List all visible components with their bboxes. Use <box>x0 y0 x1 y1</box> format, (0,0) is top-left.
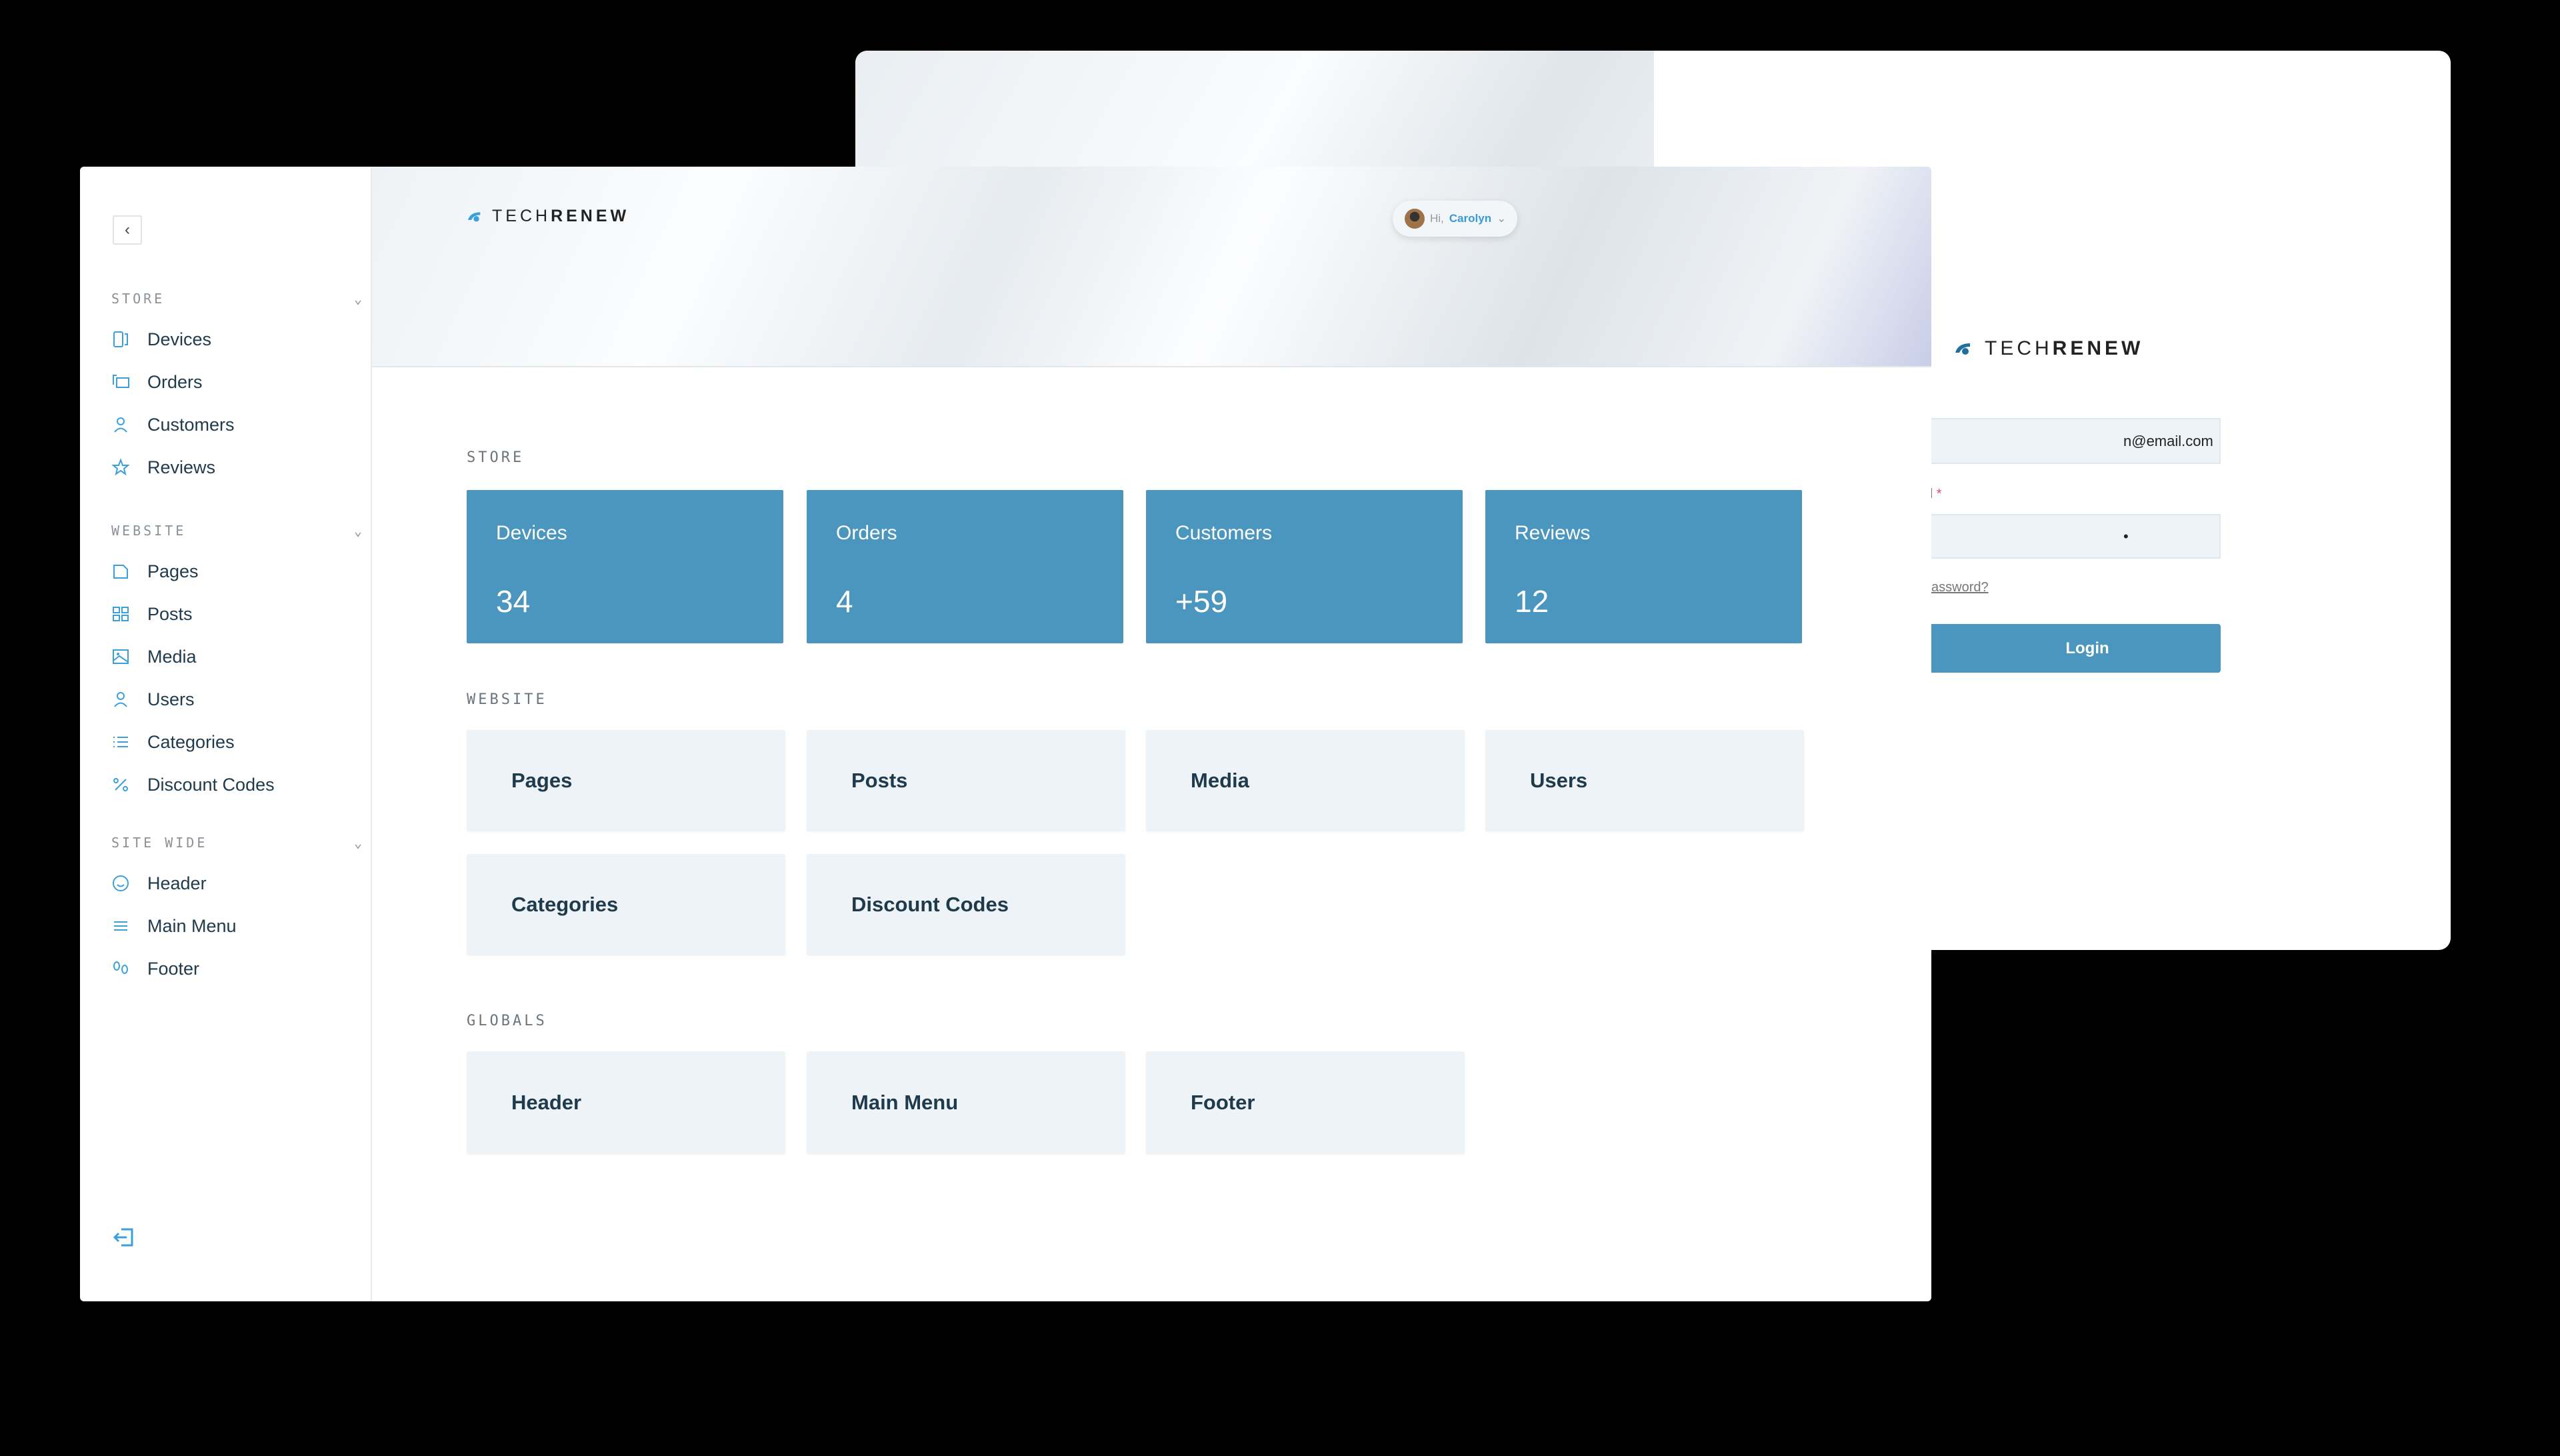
store-card-orders[interactable]: Orders 4 <box>807 490 1123 643</box>
store-card-devices[interactable]: Devices 34 <box>467 490 783 643</box>
sidebar-item-users[interactable]: Users <box>111 685 195 714</box>
sidebar-item-main-menu[interactable]: Main Menu <box>111 911 237 941</box>
sidebar-item-reviews[interactable]: Reviews <box>111 453 215 482</box>
header-banner <box>372 167 1931 367</box>
logo-icon <box>1955 343 1970 355</box>
chevron-down-icon: ⌄ <box>353 291 365 307</box>
admin-window: ‹ STORE ⌄ Devices Orders Customers Reviews WEB… <box>80 167 1931 1301</box>
forgot-password-link[interactable]: assword? <box>1931 580 1989 595</box>
collapse-sidebar-button[interactable]: ‹ <box>113 215 142 245</box>
website-card-categories[interactable]: Categories <box>467 854 785 955</box>
globals-card-footer[interactable]: Footer <box>1146 1051 1465 1154</box>
logo-text-bold: RENEW <box>551 207 630 225</box>
avatar <box>1405 209 1425 229</box>
user-icon <box>114 417 127 433</box>
sidebar-item-discount-codes[interactable]: Discount Codes <box>111 770 275 799</box>
password-field[interactable]: • <box>1887 514 2221 559</box>
globals-card-header[interactable]: Header <box>467 1051 785 1154</box>
card-value: 34 <box>496 584 531 619</box>
sidebar-item-orders[interactable]: Orders <box>111 367 203 397</box>
globals-card-main-menu[interactable]: Main Menu <box>807 1051 1125 1154</box>
login-button[interactable]: Login <box>1887 624 2221 673</box>
chevron-down-icon: ⌄ <box>353 835 365 851</box>
store-card-reviews[interactable]: Reviews 12 <box>1485 490 1802 643</box>
chevron-down-icon: ⌄ <box>1497 212 1507 225</box>
sidebar-item-footer[interactable]: Footer <box>111 954 199 983</box>
section-label: SITE WIDE <box>111 835 208 851</box>
sidebar-item-label: Posts <box>147 603 193 624</box>
logo-text-bold: RENEW <box>2052 337 2144 359</box>
sidebar-item-media[interactable]: Media <box>111 642 197 671</box>
store-section-label: STORE <box>467 449 525 466</box>
card-value: 4 <box>836 584 853 619</box>
email-field[interactable]: n@email.com <box>1887 418 2221 464</box>
sidebar-item-label: Main Menu <box>147 915 237 936</box>
store-card-customers[interactable]: Customers +59 <box>1146 490 1463 643</box>
card-value: +59 <box>1175 584 1228 619</box>
logo-text-light: TECH <box>1985 337 2053 359</box>
smile-icon <box>113 875 129 891</box>
sidebar: ‹ STORE ⌄ Devices Orders Customers Reviews WEB… <box>80 167 372 1301</box>
globals-section-label: GLOBALS <box>467 1013 547 1029</box>
sidebar-item-label: Header <box>147 873 207 893</box>
login-logo: TECHRENEW <box>1954 337 2143 360</box>
percent-icon <box>113 778 128 791</box>
user-menu[interactable]: Hi, Carolyn ⌄ <box>1393 201 1517 237</box>
header-logo[interactable]: TECHRENEW <box>467 207 629 226</box>
email-value: n@email.com <box>2123 432 2213 449</box>
sidebar-item-label: Footer <box>147 958 200 979</box>
sidebar-item-categories[interactable]: Categories <box>111 727 235 757</box>
website-card-discount-codes[interactable]: Discount Codes <box>807 854 1125 955</box>
chevron-down-icon: ⌄ <box>353 523 365 539</box>
user-icon <box>114 692 127 707</box>
menu-icon <box>114 921 127 931</box>
card-title: Orders <box>836 522 897 544</box>
device-icon <box>113 331 128 347</box>
sidebar-section-0[interactable]: STORE ⌄ <box>111 289 365 309</box>
card-title: Customers <box>1175 522 1273 544</box>
website-card-posts[interactable]: Posts <box>807 730 1125 831</box>
sidebar-item-label: Users <box>147 689 195 709</box>
sidebar-item-label: Categories <box>147 731 235 752</box>
logo-icon <box>468 211 481 221</box>
sidebar-item-label: Customers <box>147 414 235 435</box>
section-label: STORE <box>111 291 165 307</box>
sidebar-section-2[interactable]: SITE WIDE ⌄ <box>111 833 365 853</box>
user-name: Carolyn <box>1449 212 1492 225</box>
page-icon <box>113 565 128 579</box>
sidebar-item-header[interactable]: Header <box>111 869 207 898</box>
sidebar-item-label: Media <box>147 646 197 667</box>
card-value: 12 <box>1515 584 1549 619</box>
orders-icon <box>113 375 129 388</box>
website-card-pages[interactable]: Pages <box>467 730 785 831</box>
section-label: WEBSITE <box>111 523 187 539</box>
password-value: • <box>2123 527 2129 545</box>
grid-icon <box>113 607 129 621</box>
sidebar-item-label: Pages <box>147 561 199 581</box>
sidebar-item-devices[interactable]: Devices <box>111 325 211 354</box>
website-card-users[interactable]: Users <box>1485 730 1804 831</box>
sidebar-item-posts[interactable]: Posts <box>111 599 193 629</box>
sidebar-item-customers[interactable]: Customers <box>111 410 235 439</box>
sidebar-item-label: Reviews <box>147 457 216 477</box>
chevron-left-icon: ‹ <box>125 221 130 239</box>
sidebar-section-1[interactable]: WEBSITE ⌄ <box>111 521 365 541</box>
website-section-label: WEBSITE <box>467 691 547 708</box>
footprints-icon <box>113 961 128 974</box>
website-card-media[interactable]: Media <box>1146 730 1465 831</box>
card-title: Reviews <box>1515 522 1591 544</box>
star-icon <box>111 458 130 476</box>
logo-text-light: TECH <box>492 207 551 225</box>
list-icon <box>113 737 128 747</box>
sidebar-item-label: Orders <box>147 371 203 392</box>
logout-icon[interactable] <box>112 1227 135 1248</box>
sidebar-item-label: Discount Codes <box>147 774 275 795</box>
required-mark: * <box>1936 487 1942 501</box>
card-title: Devices <box>496 522 567 544</box>
image-icon <box>113 649 129 664</box>
sidebar-item-label: Devices <box>147 329 212 349</box>
sidebar-item-pages[interactable]: Pages <box>111 557 199 586</box>
greeting: Hi, <box>1430 212 1444 225</box>
